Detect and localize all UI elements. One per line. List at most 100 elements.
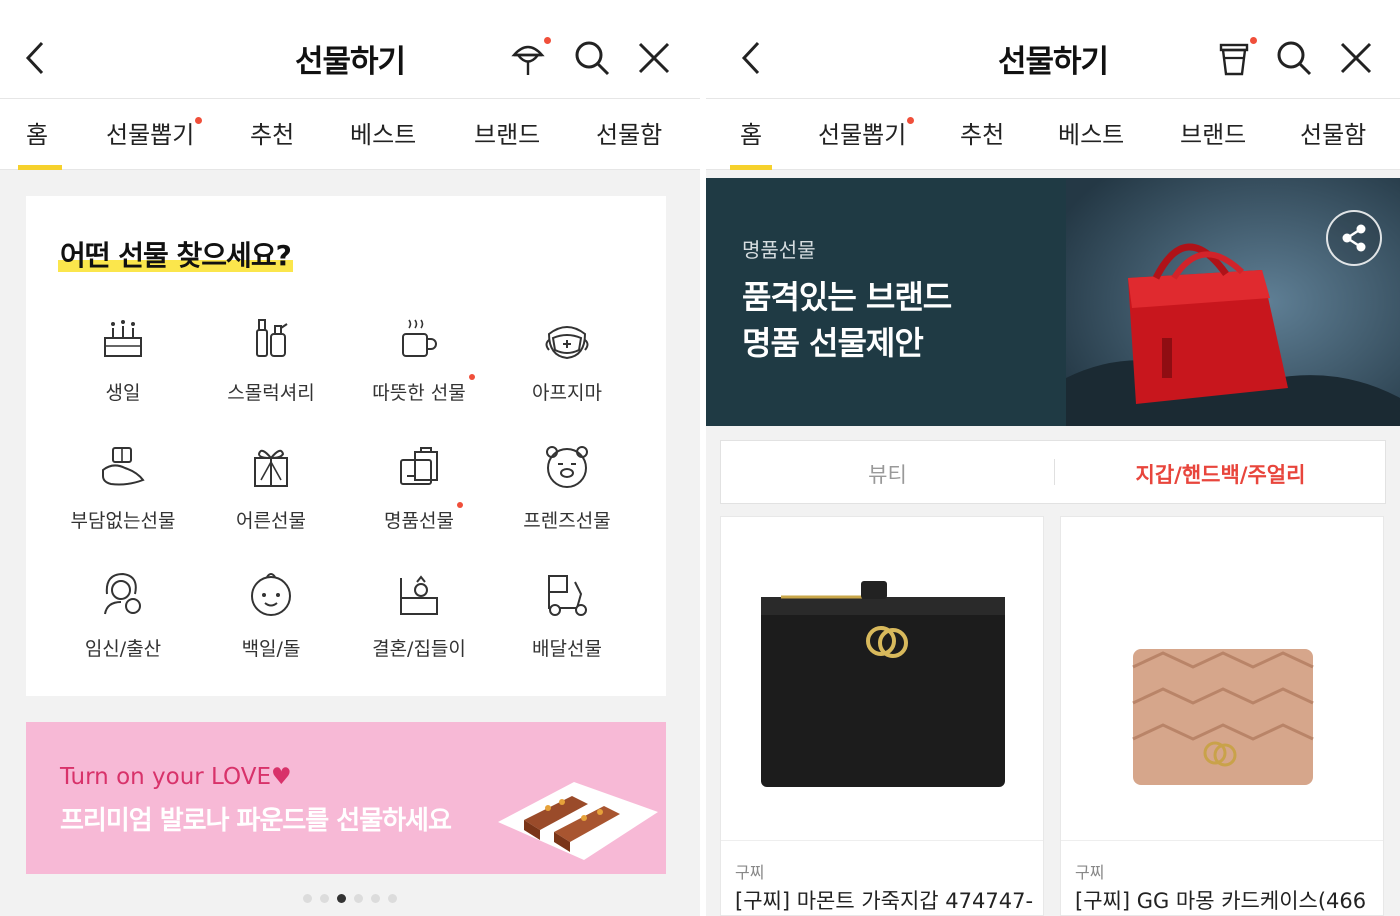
category-friends-gift[interactable]: 프렌즈선물: [492, 440, 642, 533]
category-elder-gift[interactable]: 어른선물: [196, 440, 346, 533]
product-image: [1061, 517, 1383, 841]
tab-label: 선물뽑기: [106, 121, 195, 149]
product-brand: 구찌: [1075, 863, 1105, 882]
new-dot: [544, 37, 551, 44]
tab-giftbox[interactable]: 선물함: [1300, 115, 1366, 150]
carousel-dot-active[interactable]: [337, 894, 346, 903]
tab-gift-pick[interactable]: 선물뽑기: [818, 115, 915, 150]
tab-label: 추천: [250, 121, 295, 149]
tab-home[interactable]: 홈: [26, 115, 48, 150]
left-screen: 선물하기 홈 선물뽑기 추천 베스트 브랜드 선물함 어떤 선물 찾으세요? 생…: [0, 0, 700, 916]
tab-label: 브랜드: [1180, 121, 1247, 149]
search-button[interactable]: [1274, 38, 1314, 78]
tab-label: 베스트: [1058, 121, 1125, 149]
category-label: 따뜻한 선물: [372, 374, 475, 405]
tab-label: 홈: [26, 121, 49, 149]
product-name: [구찌] GG 마몽 카드케이스(466: [1075, 889, 1367, 913]
tab-label: 홈: [740, 121, 763, 149]
category-label: 프렌즈선물: [523, 510, 611, 532]
tab-label: 선물뽑기: [818, 121, 907, 149]
active-tab-indicator: [18, 165, 62, 170]
cosmetics-icon: [256, 319, 288, 357]
lollipop-button[interactable]: [508, 37, 551, 78]
product-image: [721, 517, 1043, 841]
category-pregnancy[interactable]: 임신/출산: [48, 568, 198, 661]
category-label: 배달선물: [532, 638, 602, 660]
category-label: 명품선물: [384, 502, 463, 533]
carousel-dot[interactable]: [303, 894, 312, 903]
carousel-dot[interactable]: [371, 894, 380, 903]
hero-line1: 품격있는 브랜드: [742, 278, 952, 316]
close-button[interactable]: [1336, 38, 1376, 78]
new-dot: [907, 117, 915, 124]
hero-banner[interactable]: 명품선물 품격있는 브랜드 명품 선물제안: [706, 178, 1400, 426]
category-label: 결혼/집들이: [372, 638, 466, 660]
share-button[interactable]: [1326, 210, 1382, 266]
pound-cake-image: [498, 782, 658, 860]
delivery-scooter-icon: [548, 575, 587, 616]
ring-box-icon: [400, 575, 438, 615]
category-label: 어른선물: [236, 510, 306, 532]
category-birthday[interactable]: 생일: [48, 312, 198, 405]
tab-brand[interactable]: 브랜드: [1180, 115, 1246, 150]
carousel-indicator: [0, 888, 700, 907]
segment-wallet-bag-jewelry[interactable]: 지갑/핸드백/주얼리: [1054, 459, 1387, 489]
search-button[interactable]: [572, 38, 612, 78]
bear-face-icon: [546, 446, 588, 488]
tab-recommend[interactable]: 추천: [250, 115, 294, 150]
tab-best[interactable]: 베스트: [1058, 115, 1124, 150]
right-screen: 선물하기 홈 선물뽑기 추천 베스트 브랜드 선물함 명품선물 품격있는 브랜드…: [706, 0, 1400, 916]
hero-category: 명품선물: [742, 238, 816, 262]
category-casual-gift[interactable]: 부담없는선물: [48, 440, 198, 533]
carousel-dot[interactable]: [388, 894, 397, 903]
category-warm-gift[interactable]: 따뜻한 선물: [344, 312, 494, 405]
lollipop-icon: [511, 45, 545, 75]
tab-brand[interactable]: 브랜드: [474, 115, 540, 150]
tab-best[interactable]: 베스트: [350, 115, 416, 150]
category-delivery[interactable]: 배달선물: [492, 568, 642, 661]
category-luxury-gift[interactable]: 명품선물: [344, 440, 494, 533]
share-icon: [1342, 224, 1366, 252]
carousel-dot[interactable]: [320, 894, 329, 903]
tab-label: 베스트: [350, 121, 417, 149]
close-icon: [638, 42, 670, 74]
tab-label: 선물함: [596, 121, 663, 149]
cup-button[interactable]: [1214, 37, 1257, 78]
product-card[interactable]: 구찌 [구찌] 마몬트 가죽지갑 474747-: [720, 516, 1044, 916]
new-dot: [468, 374, 475, 380]
tab-recommend[interactable]: 추천: [960, 115, 1004, 150]
black-wallet-image: [761, 581, 1005, 787]
active-tab-indicator: [730, 165, 772, 170]
promo-banner[interactable]: Turn on your LOVE♥ 프리미엄 발로나 파운드를 선물하세요: [26, 722, 666, 874]
tab-giftbox[interactable]: 선물함: [596, 115, 662, 150]
drink-cup-icon: [1219, 43, 1249, 76]
tab-label: 추천: [960, 121, 1005, 149]
new-dot: [456, 502, 463, 508]
segment-beauty[interactable]: 뷰티: [721, 459, 1054, 489]
carousel-dot[interactable]: [354, 894, 363, 903]
category-label: 아프지마: [532, 382, 602, 404]
category-card: 어떤 선물 찾으세요? 생일 스몰럭셔리 따뜻한 선물 아프지마 부담없는선물 …: [26, 196, 666, 696]
tab-home[interactable]: 홈: [740, 115, 762, 150]
mask-face-icon: [545, 326, 589, 360]
category-wedding[interactable]: 결혼/집들이: [344, 568, 494, 661]
category-small-luxury[interactable]: 스몰럭셔리: [196, 312, 346, 405]
birthday-cake-icon: [104, 320, 142, 357]
category-label: 생일: [105, 382, 141, 404]
beige-card-case-image: [1132, 649, 1314, 785]
product-card[interactable]: 구찌 [구찌] GG 마몽 카드케이스(466: [1060, 516, 1384, 916]
tab-bar: 홈 선물뽑기 추천 베스트 브랜드 선물함: [706, 98, 1400, 170]
search-icon: [1277, 41, 1312, 76]
tab-bar: 홈 선물뽑기 추천 베스트 브랜드 선물함: [0, 98, 700, 170]
hero-headline: 품격있는 브랜드 명품 선물제안: [742, 274, 952, 366]
category-get-well[interactable]: 아프지마: [492, 312, 642, 405]
shopping-bag-icon: [400, 447, 438, 485]
category-baby-100days[interactable]: 백일/돌: [196, 568, 346, 661]
baby-face-icon: [251, 573, 291, 616]
category-label: 백일/돌: [241, 638, 301, 660]
close-button[interactable]: [634, 38, 674, 78]
tab-label: 선물함: [1300, 121, 1367, 149]
tab-gift-pick[interactable]: 선물뽑기: [106, 115, 203, 150]
close-icon: [1340, 42, 1372, 74]
new-dot: [195, 117, 203, 124]
